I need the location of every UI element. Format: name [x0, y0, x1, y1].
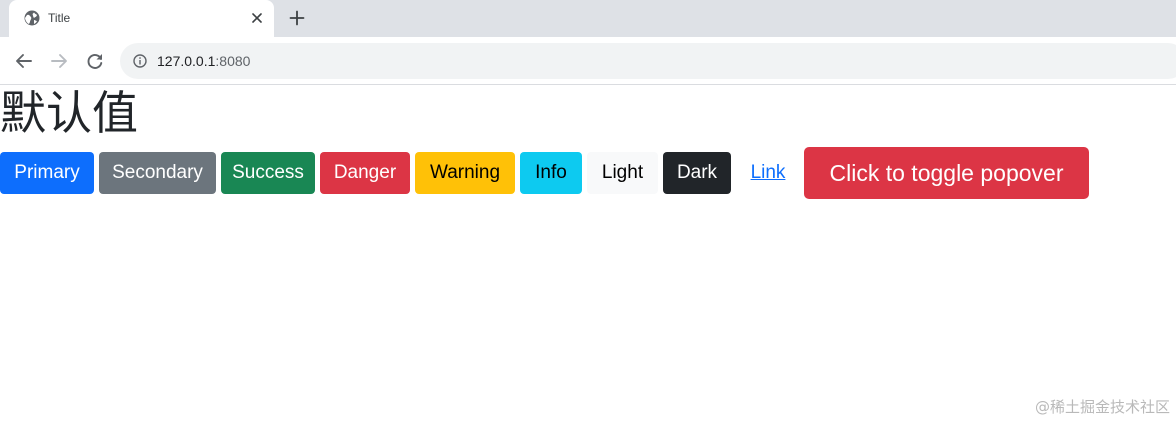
- tab-strip: Title: [0, 0, 1176, 37]
- link-button[interactable]: Link: [738, 152, 798, 194]
- url-host: 127.0.0.1: [157, 53, 216, 69]
- warning-button[interactable]: Warning: [415, 152, 515, 194]
- watermark: @稀土掘金技术社区: [1034, 398, 1170, 416]
- url-port: :8080: [215, 53, 251, 69]
- browser-tab[interactable]: Title: [9, 0, 274, 37]
- arrow-left-icon[interactable]: [13, 50, 35, 72]
- url-text[interactable]: 127.0.0.1:8080: [157, 52, 250, 70]
- close-icon[interactable]: [248, 9, 266, 27]
- address-bar[interactable]: 127.0.0.1:8080: [120, 43, 1176, 79]
- tab-title: Title: [48, 11, 71, 25]
- reload-icon[interactable]: [84, 50, 106, 72]
- primary-button[interactable]: Primary: [0, 152, 94, 194]
- danger-button[interactable]: Danger: [320, 152, 410, 194]
- info-button[interactable]: Info: [520, 152, 582, 194]
- info-icon[interactable]: [133, 54, 147, 68]
- plus-icon[interactable]: [287, 8, 307, 28]
- globe-icon: [24, 10, 40, 26]
- arrow-right-icon[interactable]: [48, 50, 70, 72]
- light-button[interactable]: Light: [587, 152, 658, 194]
- browser-toolbar: 127.0.0.1:8080: [0, 37, 1176, 85]
- dark-button[interactable]: Dark: [663, 152, 731, 194]
- popover-toggle-button[interactable]: Click to toggle popover: [804, 147, 1089, 199]
- success-button[interactable]: Success: [221, 152, 315, 194]
- page-heading: 默认值: [0, 86, 138, 140]
- secondary-button[interactable]: Secondary: [99, 152, 216, 194]
